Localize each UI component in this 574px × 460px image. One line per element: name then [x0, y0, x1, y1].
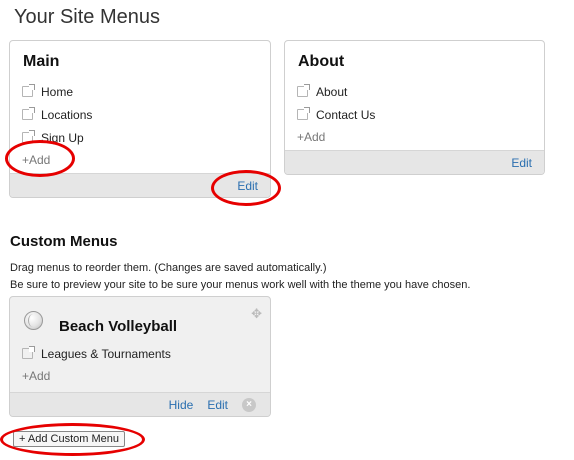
about-menu-title: About — [298, 53, 345, 70]
about-menu-edit-link[interactable]: Edit — [511, 156, 532, 170]
custom-menu-hide-link[interactable]: Hide — [169, 398, 194, 412]
main-menu-add-link[interactable]: +Add — [22, 149, 258, 172]
external-link-icon — [22, 107, 35, 120]
menu-item-label: Contact Us — [316, 107, 376, 122]
custom-menu-edit-link[interactable]: Edit — [207, 398, 228, 412]
about-menu-add-link[interactable]: +Add — [297, 126, 532, 149]
menu-item-locations[interactable]: Locations — [22, 103, 258, 126]
close-icon[interactable]: × — [242, 397, 256, 412]
menu-item-contact-us[interactable]: Contact Us — [297, 103, 532, 126]
main-menu-footer: Edit — [10, 173, 270, 197]
main-menu-card: Main Home Locations Sign Up +Add Edit — [9, 40, 271, 198]
custom-menus-title: Custom Menus — [10, 233, 118, 250]
custom-menus-help-text: Drag menus to reorder them. (Changes are… — [10, 262, 327, 274]
menu-item-sign-up[interactable]: Sign Up — [22, 126, 258, 149]
page-title: Your Site Menus — [14, 6, 161, 28]
menu-item-label: Leagues & Tournaments — [41, 346, 171, 361]
menu-item-label: Sign Up — [41, 130, 84, 145]
about-menu-card: About About Contact Us +Add Edit — [284, 40, 545, 175]
menu-item-label: About — [316, 84, 348, 99]
menu-item-home[interactable]: Home — [22, 80, 258, 103]
volleyball-icon — [24, 311, 43, 330]
external-link-icon — [22, 346, 35, 359]
menu-item-leagues-tournaments[interactable]: Leagues & Tournaments — [22, 342, 258, 365]
about-menu-footer: Edit — [285, 150, 544, 174]
custom-menus-preview-note: Be sure to preview your site to be sure … — [10, 279, 471, 291]
external-link-icon — [22, 84, 35, 97]
drag-handle-icon[interactable]: ✥ — [251, 306, 262, 322]
external-link-icon — [297, 84, 310, 97]
main-menu-edit-link[interactable]: Edit — [237, 179, 258, 193]
external-link-icon — [22, 130, 35, 143]
custom-menu-add-link[interactable]: +Add — [22, 365, 258, 388]
custom-menu-footer: Hide Edit × — [10, 392, 270, 416]
external-link-icon — [297, 107, 310, 120]
add-custom-menu-button[interactable]: + Add Custom Menu — [13, 431, 125, 447]
menu-item-label: Home — [41, 84, 74, 99]
main-menu-title: Main — [23, 53, 60, 70]
custom-menu-card-beach-volleyball[interactable]: ✥ Beach Volleyball Leagues & Tournaments… — [9, 296, 271, 417]
menu-item-about[interactable]: About — [297, 80, 532, 103]
menu-item-label: Locations — [41, 107, 93, 122]
custom-menu-title: Beach Volleyball — [59, 318, 178, 335]
